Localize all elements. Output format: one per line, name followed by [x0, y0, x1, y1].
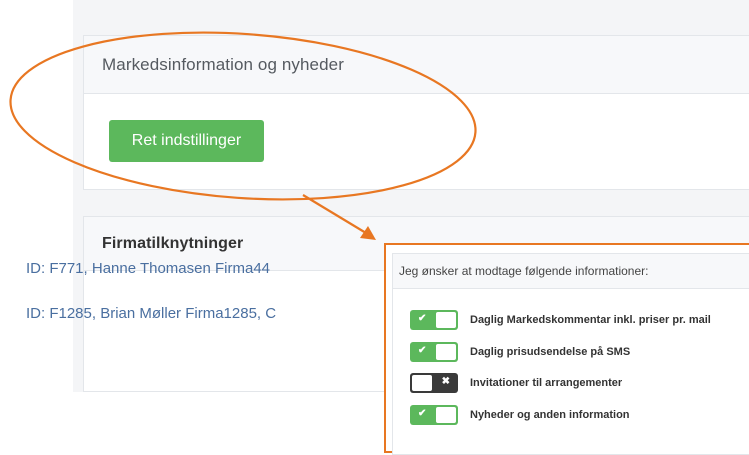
option-label: Nyheder og anden information	[470, 409, 630, 421]
toggle-daily-sms[interactable]: ✔	[410, 342, 458, 362]
preferences-box: Jeg ønsker at modtage følgende informati…	[392, 253, 749, 455]
option-label: Invitationer til arrangementer	[470, 377, 623, 389]
check-icon: ✔	[418, 408, 427, 419]
cross-icon: ✖	[441, 376, 450, 387]
option-row-news: ✔ Nyheder og anden information	[410, 404, 630, 426]
market-info-panel: Markedsinformation og nyheder Ret indsti…	[83, 35, 749, 190]
option-row-daily-market-comment: ✔ Daglig Markedskommentar inkl. priser p…	[410, 309, 711, 331]
check-icon: ✔	[418, 345, 427, 356]
firm-affiliations-title: Firmatilknytninger	[102, 234, 244, 252]
firm-link-1[interactable]: ID: F771, Hanne Thomasen Firma44	[26, 260, 270, 277]
toggle-daily-market-comment[interactable]: ✔	[410, 310, 458, 330]
option-row-invitations: ✖ Invitationer til arrangementer	[410, 372, 622, 394]
toggle-invitations[interactable]: ✖	[410, 373, 458, 393]
option-label: Daglig prisudsendelse på SMS	[470, 346, 631, 358]
toggle-knob	[412, 375, 432, 391]
edit-settings-button[interactable]: Ret indstillinger	[109, 120, 264, 162]
toggle-knob	[436, 312, 456, 328]
check-icon: ✔	[418, 313, 427, 324]
toggle-news[interactable]: ✔	[410, 405, 458, 425]
firm-link-2[interactable]: ID: F1285, Brian Møller Firma1285, C	[26, 305, 276, 322]
option-row-daily-sms: ✔ Daglig prisudsendelse på SMS	[410, 341, 630, 363]
toggle-knob	[436, 344, 456, 360]
preferences-callout: Jeg ønsker at modtage følgende informati…	[384, 243, 749, 455]
option-label: Daglig Markedskommentar inkl. priser pr.…	[470, 314, 711, 326]
market-info-title: Markedsinformation og nyheder	[102, 54, 344, 74]
market-info-header: Markedsinformation og nyheder	[84, 36, 749, 94]
toggle-knob	[436, 407, 456, 423]
preferences-title: Jeg ønsker at modtage følgende informati…	[393, 254, 749, 289]
